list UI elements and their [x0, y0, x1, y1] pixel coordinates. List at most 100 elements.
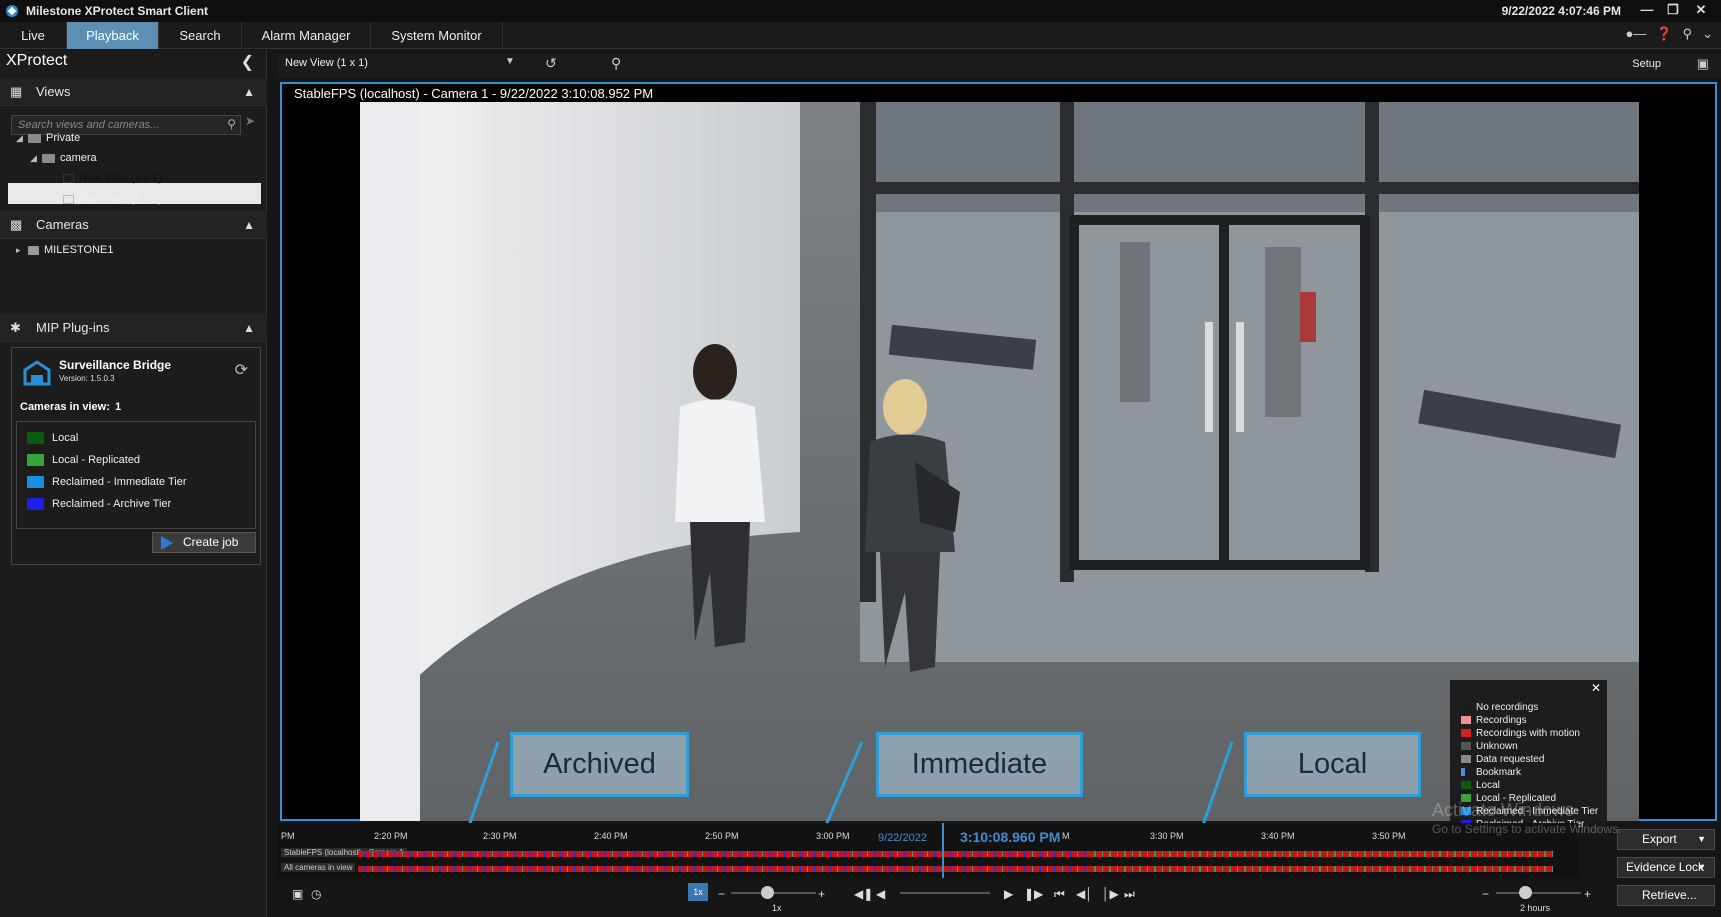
tab-search[interactable]: Search	[159, 22, 242, 49]
tree-view-1x1[interactable]: 1 New View (1 x 1)	[63, 168, 162, 188]
time-tick: 2:50 PM	[705, 831, 739, 841]
time-select-icon[interactable]: ◷	[311, 887, 321, 901]
tab-live[interactable]: Live	[0, 22, 67, 49]
dropdown-arrow-icon[interactable]: ▼	[505, 56, 515, 67]
legend-label: Recordings with motion	[1476, 728, 1580, 739]
expand-arrow-icon[interactable]: ◢	[16, 128, 28, 148]
color-swatch	[27, 476, 44, 489]
create-job-label: Create job	[183, 535, 239, 549]
next-frame-icon[interactable]: ❚▶	[1024, 887, 1043, 901]
time-tick: 3:50 PM	[1372, 831, 1406, 841]
speed-badge[interactable]: 1x	[688, 883, 708, 901]
color-swatch	[1461, 781, 1471, 790]
time-tick: 2:40 PM	[594, 831, 628, 841]
tab-playback[interactable]: Playback	[67, 22, 159, 49]
fullscreen-icon[interactable]: ▣	[1697, 56, 1709, 72]
expand-arrow-icon[interactable]: ◢	[30, 148, 42, 168]
video-feed[interactable]	[360, 102, 1639, 821]
color-swatch	[27, 432, 44, 445]
previous-sequence-icon[interactable]: ◀│	[1076, 887, 1093, 901]
play-icon	[161, 536, 173, 550]
cameras-header[interactable]: ▩ Cameras ▲	[0, 211, 267, 239]
help-icon[interactable]: ❓	[1656, 26, 1672, 42]
export-label: Export	[1642, 832, 1677, 846]
chevron-up-icon[interactable]: ▲	[243, 314, 255, 342]
tab-system-monitor[interactable]: System Monitor	[371, 22, 503, 49]
workspace-tabs: Live Playback Search Alarm Manager Syste…	[0, 22, 1721, 49]
next-sequence-icon[interactable]: │▶	[1102, 887, 1119, 901]
timespan-slider[interactable]	[1496, 892, 1581, 894]
tree-camera-group[interactable]: ◢ camera	[30, 148, 97, 168]
app-title: Milestone XProtect Smart Client	[26, 4, 209, 18]
tree-label: camera	[60, 152, 97, 164]
snapshot-icon[interactable]: ▣	[292, 887, 303, 901]
send-to-window-icon[interactable]: ↺	[545, 55, 557, 72]
dropdown-arrow-icon[interactable]: ▼	[1697, 830, 1706, 849]
plugins-title: MIP Plug-ins	[36, 320, 110, 335]
playback-date: 9/22/2022	[878, 832, 927, 844]
time-tick: 3:00 PM	[816, 831, 850, 841]
playhead-marker[interactable]	[942, 823, 944, 878]
close-icon[interactable]: ✕	[1591, 681, 1601, 695]
folder-icon	[28, 133, 41, 143]
export-button[interactable]: Export ▼	[1617, 829, 1715, 850]
app-logo-icon	[6, 5, 18, 17]
dropdown-arrow-icon[interactable]: ▼	[1697, 858, 1706, 877]
folder-icon	[42, 153, 55, 163]
chevron-up-icon[interactable]: ▲	[243, 78, 255, 106]
legend-item: Recordings with motion	[1461, 728, 1580, 740]
evidence-lock-button[interactable]: Evidence Lock ▼	[1617, 857, 1715, 878]
first-sequence-icon[interactable]: ⏮	[1054, 887, 1065, 902]
jog-shuttle[interactable]	[900, 892, 990, 894]
collapse-sidebar-icon[interactable]: ❮	[241, 52, 254, 72]
playback-time: 3:10:08.960 PM	[960, 829, 1061, 845]
playback-timeline[interactable]: PM 2:20 PM 2:30 PM 2:40 PM 2:50 PM 3:00 …	[278, 823, 1578, 878]
tips-icon[interactable]: ⚲	[1683, 26, 1693, 42]
left-sidebar: XProtect ❮ ▦ Views ▲ Search views and ca…	[0, 50, 267, 917]
search-icon[interactable]: ⚲	[227, 117, 236, 131]
evidence-lock-label: Evidence Lock	[1626, 860, 1705, 874]
legend-item: Local - Replicated	[27, 453, 140, 467]
search-view-icon[interactable]: ⚲	[611, 55, 621, 72]
search-options-icon[interactable]: ➤	[245, 114, 255, 128]
views-title: Views	[36, 84, 71, 99]
immediate-annotation: Immediate	[876, 732, 1083, 797]
chevron-up-icon[interactable]: ▲	[243, 211, 255, 239]
restore-icon[interactable]: ❐	[1661, 1, 1685, 19]
color-swatch	[1461, 755, 1471, 764]
speed-decrease-icon[interactable]: −	[718, 887, 725, 901]
zoom-out-icon[interactable]: −	[1482, 887, 1489, 901]
timespan-slider-knob[interactable]	[1519, 886, 1532, 899]
activation-watermark: Activate Windows	[1432, 800, 1575, 820]
create-job-button[interactable]: Create job	[152, 532, 256, 553]
track-label-all: All cameras in view	[281, 863, 356, 872]
views-header[interactable]: ▦ Views ▲	[0, 78, 267, 106]
close-icon[interactable]: ✕	[1689, 1, 1713, 19]
view-selector[interactable]: New View (1 x 1)	[285, 57, 368, 69]
tree-label: MILESTONE1	[44, 244, 114, 256]
play-reverse-icon[interactable]: ◀	[876, 887, 885, 901]
setup-button[interactable]: Setup	[1632, 58, 1661, 70]
tab-alarm-manager[interactable]: Alarm Manager	[242, 22, 371, 49]
last-sequence-icon[interactable]: ⏭	[1124, 887, 1135, 902]
zoom-in-icon[interactable]: +	[1584, 887, 1591, 901]
tree-server[interactable]: ▸ MILESTONE1	[16, 240, 114, 260]
time-tick: 3:40 PM	[1261, 831, 1295, 841]
expand-arrow-icon[interactable]: ▸	[16, 240, 28, 260]
tree-view-2x1[interactable]: New View (2 x 1)	[63, 189, 162, 209]
retrieve-button[interactable]: Retrieve...	[1617, 885, 1715, 906]
speed-slider-knob[interactable]	[761, 886, 774, 899]
menu-chevron-icon[interactable]: ⌄	[1702, 26, 1713, 42]
previous-frame-icon[interactable]: ◀❚	[854, 887, 873, 901]
minimize-icon[interactable]: —	[1635, 1, 1659, 19]
cameras-in-view-count: 1	[115, 401, 122, 413]
connection-icon[interactable]: ●—	[1626, 26, 1647, 42]
tree-private[interactable]: ◢ Private	[16, 128, 80, 148]
system-clock: 9/22/2022 4:07:46 PM	[1501, 4, 1621, 18]
play-forward-icon[interactable]: ▶	[1004, 887, 1013, 901]
legend-item: Data requested	[1461, 754, 1544, 766]
refresh-icon[interactable]: ⟳	[235, 360, 248, 380]
view-layout-icon	[63, 194, 74, 204]
plugins-header[interactable]: ✱ MIP Plug-ins ▲	[0, 314, 267, 342]
speed-increase-icon[interactable]: +	[818, 887, 825, 901]
